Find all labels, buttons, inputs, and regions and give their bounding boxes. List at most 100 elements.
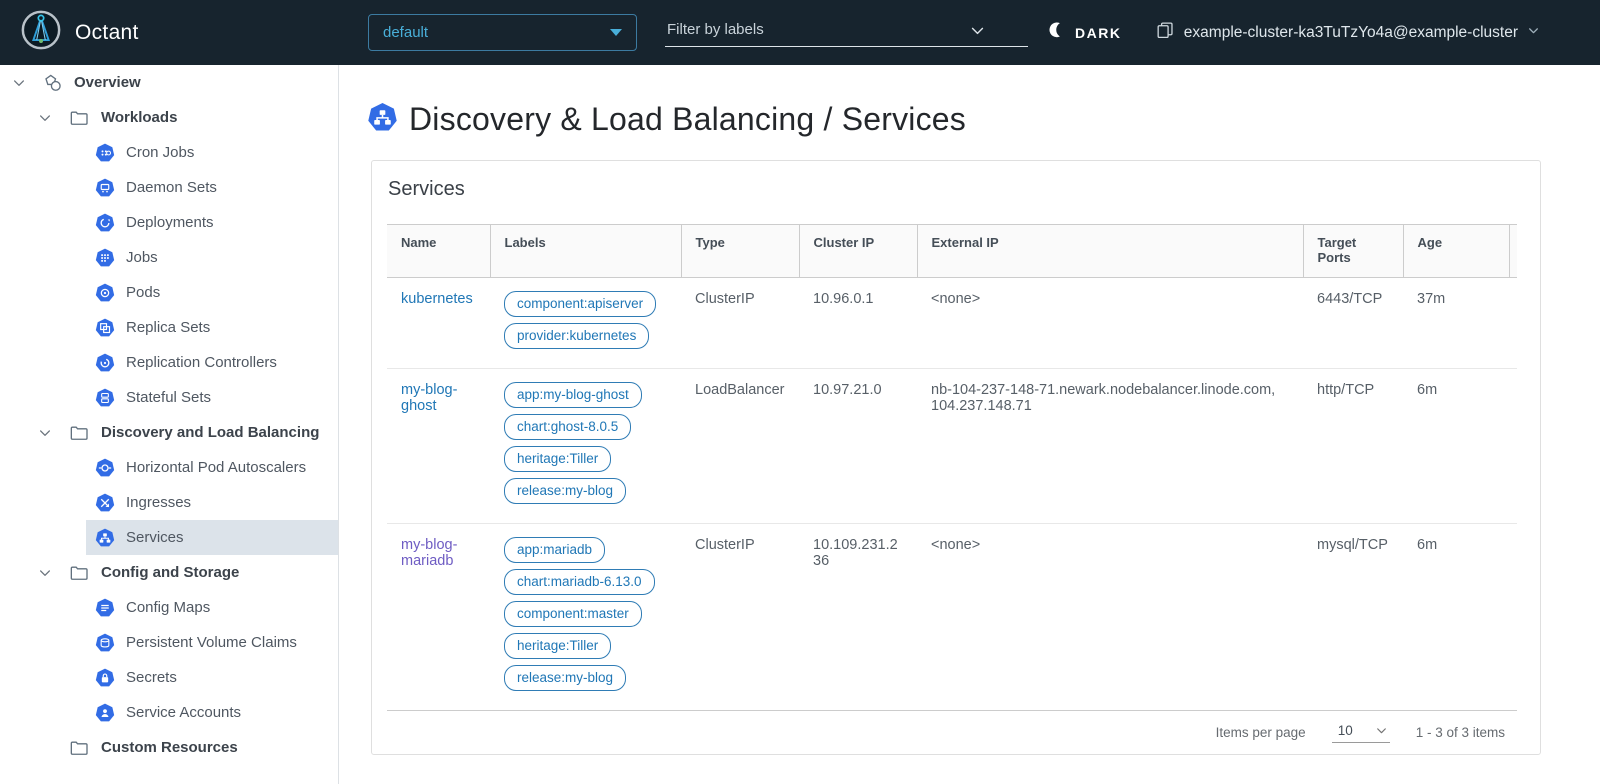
sidebar-item-jobs[interactable]: Jobs [86,240,338,275]
sidebar-item-ingresses[interactable]: Ingresses [86,485,338,520]
sidebar-item-config-and-storage[interactable]: Config and Storage [0,555,338,590]
sidebar-item-daemon-sets[interactable]: Daemon Sets [86,170,338,205]
hpa-icon [95,458,115,478]
brand: Octant [20,0,139,65]
sidebar-item-horizontal-pod-autoscalers[interactable]: Horizontal Pod Autoscalers [86,450,338,485]
cell-external-ip: nb-104-237-148-71.newark.nodebalancer.li… [917,369,1303,524]
column-header-labels: Labels [490,225,681,278]
label-badge[interactable]: release:my-blog [504,478,626,504]
secret-icon [95,668,115,688]
sidebar-item-discovery-and-load-balancing[interactable]: Discovery and Load Balancing [0,415,338,450]
cell-cluster-ip: 10.96.0.1 [799,278,917,369]
services-card: Services NameLabelsTypeCluster IPExterna… [371,160,1541,755]
sidebar-item-custom-resources[interactable]: Custom Resources [0,730,338,765]
moon-icon [1048,21,1066,44]
chevron-down-icon[interactable] [38,426,53,440]
sidebar-item-pods[interactable]: Pods [86,275,338,310]
configmap-icon [95,598,115,618]
cell-age: 6m [1403,524,1509,711]
sidebar-item-secrets[interactable]: Secrets [86,660,338,695]
namespace-select-value: default [383,24,428,41]
label-filter [665,13,1028,47]
label-badge[interactable]: app:my-blog-ghost [504,382,642,408]
chevron-down-icon[interactable] [38,111,53,125]
service-link[interactable]: my-blog-ghost [401,382,457,414]
sidebar-item-label: Replica Sets [126,319,210,336]
sidebar-item-stateful-sets[interactable]: Stateful Sets [86,380,338,415]
items-per-page-label: Items per page [1216,725,1306,740]
items-per-page-value: 10 [1338,723,1353,738]
deployment-icon [95,213,115,233]
label-badge[interactable]: chart:mariadb-6.13.0 [504,569,655,595]
sidebar-item-label: Stateful Sets [126,389,211,406]
cell-target-ports: http/TCP [1303,369,1403,524]
sidebar-item-config-maps[interactable]: Config Maps [86,590,338,625]
replicaset-icon [95,318,115,338]
column-header-external-ip: External IP [917,225,1303,278]
chevron-down-icon[interactable] [38,566,53,580]
sidebar-item-label: Config and Storage [101,564,239,581]
sidebar-item-persistent-volume-claims[interactable]: Persistent Volume Claims [86,625,338,660]
theme-toggle-button[interactable]: DARK [1048,0,1121,65]
column-header-name: Name [387,225,490,278]
label-filter-input[interactable] [665,20,965,39]
column-header-filler [1509,225,1517,278]
replicationcontroller-icon [95,353,115,373]
sidebar-item-services[interactable]: Services [86,520,338,555]
sidebar-item-label: Custom Resources [101,739,238,756]
label-badge[interactable]: heritage:Tiller [504,633,611,659]
chevron-down-icon [1375,724,1388,737]
daemonset-icon [95,178,115,198]
sidebar-item-label: Persistent Volume Claims [126,634,297,651]
sidebar-item-replica-sets[interactable]: Replica Sets [86,310,338,345]
sidebar-item-label: Daemon Sets [126,179,217,196]
cell-external-ip: <none> [917,278,1303,369]
sidebar-item-workloads[interactable]: Workloads [0,100,338,135]
context-switcher[interactable]: example-cluster-ka3TuTzYo4a@example-clus… [1156,0,1540,65]
cell-name: kubernetes [387,278,490,369]
label-badge[interactable]: heritage:Tiller [504,446,611,472]
label-badge[interactable]: chart:ghost-8.0.5 [504,414,631,440]
cell-labels: app:my-blog-ghost chart:ghost-8.0.5 herita… [490,369,681,524]
folder-icon [69,423,89,443]
pagination-range: 1 - 3 of 3 items [1416,725,1505,740]
label-badge[interactable]: provider:kubernetes [504,323,649,349]
folder-icon [69,108,89,128]
sidebar-item-overview[interactable]: Overview [0,65,338,100]
job-icon [95,248,115,268]
layers-icon [1156,21,1175,45]
cell-cluster-ip: 10.97.21.0 [799,369,917,524]
items-per-page-select[interactable]: 10 [1332,723,1390,743]
sidebar-item-service-accounts[interactable]: Service Accounts [86,695,338,730]
page-title: Discovery & Load Balancing / Services [409,101,966,138]
table-row: kubernetes component:apiserver provider:ku… [387,278,1517,369]
pod-icon [95,283,115,303]
cell-labels: component:apiserver provider:kubernetes [490,278,681,369]
label-badge[interactable]: release:my-blog [504,665,626,691]
cell-type: LoadBalancer [681,369,799,524]
chevron-down-icon[interactable] [969,22,986,44]
sidebar-item-replication-controllers[interactable]: Replication Controllers [86,345,338,380]
chevron-down-icon[interactable] [12,76,27,90]
sidebar-item-label: Cron Jobs [126,144,194,161]
cell-age: 6m [1403,369,1509,524]
folder-icon [69,738,89,758]
service-link[interactable]: kubernetes [401,291,473,307]
label-badge[interactable]: app:mariadb [504,537,605,563]
column-header-target-ports: Target Ports [1303,225,1403,278]
table-row: my-blog-mariadb app:mariadb chart:mariadb-… [387,524,1517,711]
sidebar-item-label: Discovery and Load Balancing [101,424,319,441]
label-badge[interactable]: component:master [504,601,642,627]
main-content: Discovery & Load Balancing / Services Se… [340,65,1600,784]
caret-down-icon [610,29,622,36]
sidebar-item-cron-jobs[interactable]: Cron Jobs [86,135,338,170]
cell-filler [1509,278,1517,369]
sidebar-item-label: Replication Controllers [126,354,277,371]
cell-name: my-blog-mariadb [387,524,490,711]
namespace-select[interactable]: default [368,14,637,51]
cell-target-ports: mysql/TCP [1303,524,1403,711]
service-link[interactable]: my-blog-mariadb [401,537,457,569]
label-badge[interactable]: component:apiserver [504,291,656,317]
sidebar-item-deployments[interactable]: Deployments [86,205,338,240]
column-header-type: Type [681,225,799,278]
